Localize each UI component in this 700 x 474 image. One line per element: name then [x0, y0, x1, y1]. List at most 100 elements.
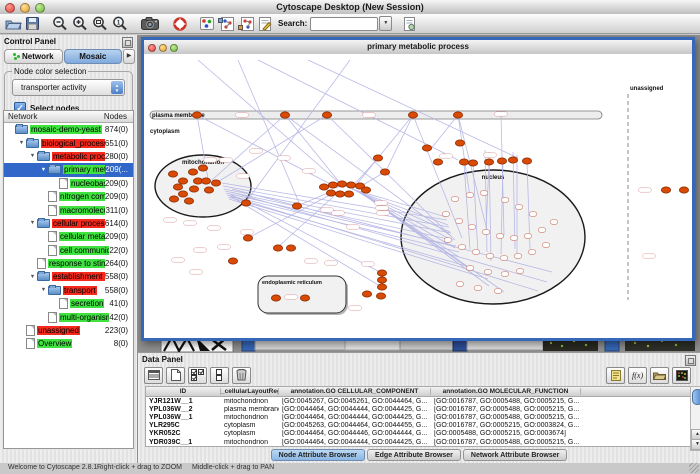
- tree-row[interactable]: nucleobase-209(0): [4, 177, 133, 190]
- node[interactable]: [455, 218, 463, 223]
- network-close-button[interactable]: [148, 44, 156, 52]
- node[interactable]: [211, 180, 220, 186]
- node[interactable]: [455, 140, 464, 146]
- node[interactable]: [189, 186, 198, 192]
- tree-row[interactable]: unassigned223(0): [4, 324, 133, 337]
- node[interactable]: [319, 184, 328, 190]
- node[interactable]: [497, 158, 506, 164]
- network-minimize-button[interactable]: [159, 44, 167, 52]
- node[interactable]: [538, 227, 546, 232]
- table-scrollbar[interactable]: ▲ ▼: [690, 386, 700, 451]
- search-combo-arrow-icon[interactable]: ▼: [379, 16, 392, 31]
- node[interactable]: [198, 165, 207, 171]
- node[interactable]: [524, 233, 532, 238]
- zoom-selected-icon[interactable]: [90, 14, 110, 33]
- node[interactable]: [273, 245, 282, 251]
- node[interactable]: [442, 211, 450, 216]
- node-color-dropdown[interactable]: transporter activity ▲▼: [12, 79, 125, 96]
- node[interactable]: [173, 184, 182, 190]
- node[interactable]: [326, 190, 335, 196]
- tree-row[interactable]: secretion41(0): [4, 297, 133, 310]
- resize-grip[interactable]: [689, 463, 699, 473]
- scrollbar-thumb[interactable]: [692, 389, 700, 405]
- notes-icon[interactable]: [606, 367, 625, 384]
- node[interactable]: [204, 187, 213, 193]
- node[interactable]: [377, 284, 386, 290]
- float-data-panel-icon[interactable]: [685, 355, 696, 366]
- node[interactable]: [468, 160, 477, 166]
- tree-row[interactable]: Overview8(0): [4, 337, 133, 350]
- node[interactable]: [484, 269, 492, 274]
- tab-edge-attribute-browser[interactable]: Edge Attribute Browser: [367, 449, 461, 461]
- node[interactable]: [466, 192, 474, 197]
- node[interactable]: [501, 271, 509, 276]
- node[interactable]: [178, 191, 187, 197]
- node[interactable]: [286, 245, 295, 251]
- tab-node-attribute-browser[interactable]: Node Attribute Browser: [271, 449, 365, 461]
- table-row[interactable]: YJR121W__1mitochondrion[GO:0045267, GO:0…: [146, 397, 691, 405]
- zoom-fit-icon[interactable]: 1: [110, 14, 130, 33]
- network-view-window[interactable]: primary metabolic process plasma membran…: [141, 37, 695, 341]
- node[interactable]: [377, 270, 386, 276]
- help-icon[interactable]: [171, 14, 189, 33]
- tree-row[interactable]: cellular metabo209(0): [4, 230, 133, 243]
- node[interactable]: [516, 268, 524, 273]
- node[interactable]: [542, 242, 550, 247]
- node[interactable]: [335, 191, 344, 197]
- tab-network[interactable]: Network: [4, 49, 63, 64]
- node[interactable]: [550, 219, 558, 224]
- node[interactable]: [184, 198, 193, 204]
- tree-row[interactable]: ▼biological_process651(0): [4, 136, 133, 149]
- node[interactable]: [300, 295, 309, 301]
- node[interactable]: [408, 112, 417, 118]
- close-button[interactable]: [5, 3, 15, 13]
- node[interactable]: [361, 187, 370, 193]
- tree-row[interactable]: response to stimulu264(0): [4, 257, 133, 270]
- node[interactable]: [373, 155, 382, 161]
- node[interactable]: [466, 265, 474, 270]
- node[interactable]: [456, 281, 464, 286]
- table-row[interactable]: YPL036W__2plasma membrane[GO:0044464, GO…: [146, 405, 691, 413]
- node[interactable]: [201, 178, 210, 184]
- network-zoom-button[interactable]: [170, 44, 178, 52]
- node[interactable]: [474, 285, 482, 290]
- node[interactable]: [280, 112, 289, 118]
- zoom-button[interactable]: [35, 3, 45, 13]
- tree-row[interactable]: ▼establishment of lo558(0): [4, 270, 133, 283]
- open-icon[interactable]: [3, 14, 24, 33]
- plugin-palette-icon[interactable]: [198, 14, 216, 33]
- tab-overflow-arrow-icon[interactable]: ▶: [123, 49, 135, 64]
- node[interactable]: [243, 235, 252, 241]
- matrix-icon[interactable]: [672, 367, 691, 384]
- node[interactable]: [514, 253, 522, 258]
- annotation-icon[interactable]: [256, 14, 274, 33]
- table-row[interactable]: YLR295Ccytoplasm[GO:0045263, GO:0044464,…: [146, 422, 691, 430]
- minimize-button[interactable]: [20, 3, 30, 13]
- save-icon[interactable]: [24, 14, 41, 33]
- region-plasma-membrane[interactable]: [150, 111, 602, 119]
- node[interactable]: [337, 181, 346, 187]
- zoom-out-icon[interactable]: [50, 14, 70, 33]
- node[interactable]: [292, 203, 301, 209]
- node[interactable]: [480, 190, 488, 195]
- import-network-icon[interactable]: [216, 14, 236, 33]
- node[interactable]: [496, 233, 504, 238]
- node[interactable]: [515, 204, 523, 209]
- tab-mosaic[interactable]: Mosaic: [64, 49, 123, 64]
- node[interactable]: [192, 112, 201, 118]
- node[interactable]: [501, 197, 509, 202]
- snapshot-icon[interactable]: [139, 14, 162, 33]
- node[interactable]: [522, 158, 531, 164]
- node[interactable]: [453, 112, 462, 118]
- node[interactable]: [500, 255, 508, 260]
- node[interactable]: [362, 291, 371, 297]
- node[interactable]: [486, 253, 494, 258]
- node[interactable]: [679, 187, 688, 193]
- network-canvas[interactable]: plasma membranecytoplasmmitochondrionnuc…: [144, 54, 692, 338]
- attribute-table[interactable]: ID_cellularLayoutRegionannotation.GO CEL…: [145, 386, 692, 447]
- tree-row[interactable]: ▼primary metabo209(...: [4, 163, 133, 176]
- node[interactable]: [241, 200, 250, 206]
- node[interactable]: [494, 288, 502, 293]
- node[interactable]: [188, 169, 197, 175]
- node[interactable]: [169, 196, 178, 202]
